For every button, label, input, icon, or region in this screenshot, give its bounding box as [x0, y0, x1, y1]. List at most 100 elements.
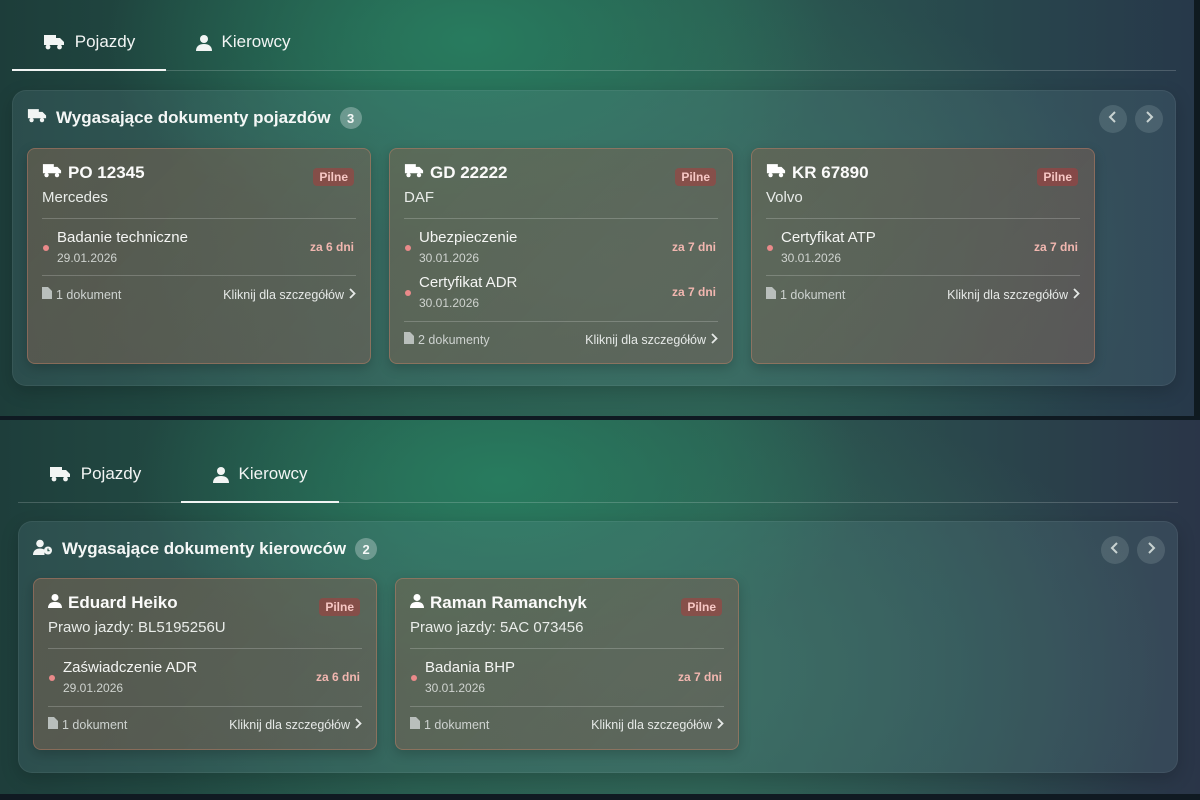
- status-dot: [405, 290, 411, 296]
- next-button[interactable]: [1135, 105, 1163, 133]
- truck-icon: [766, 163, 786, 183]
- status-dot: [411, 675, 417, 681]
- document-name: Certyfikat ADR: [419, 274, 518, 291]
- details-link[interactable]: Kliknij dla szczegółów: [585, 333, 718, 347]
- document-count: 1 dokument: [766, 287, 845, 302]
- vehicle-card[interactable]: KR 67890 Pilne Volvo Certyfikat ATP 30.0…: [751, 148, 1095, 364]
- driving-license: Prawo jazdy: 5AC 073456: [410, 619, 584, 636]
- document-name: Ubezpieczenie: [419, 229, 518, 246]
- divider: [410, 706, 724, 707]
- section-title: Wygasające dokumenty kierowców: [62, 539, 347, 558]
- card-footer: 2 dokumenty Kliknij dla szczegółów: [404, 332, 718, 347]
- section-header: Wygasające dokumenty kierowców 2: [33, 538, 378, 560]
- card-footer: 1 dokument Kliknij dla szczegółów: [42, 287, 356, 302]
- divider: [42, 218, 356, 219]
- document-count-label: 1 dokument: [780, 287, 846, 302]
- divider: [404, 321, 718, 322]
- truck-icon: [49, 466, 71, 482]
- user-icon: [195, 34, 212, 51]
- vehicle-make: Mercedes: [42, 189, 108, 206]
- document-count: 2 dokumenty: [404, 332, 490, 347]
- card-footer: 1 dokument Kliknij dla szczegółów: [48, 717, 362, 732]
- tab-drivers[interactable]: Kierowcy: [166, 14, 320, 70]
- driving-license: Prawo jazdy: BL5195256U: [48, 619, 226, 636]
- document-item: Certyfikat ATP 30.01.2026 za 7 dni: [766, 229, 1080, 269]
- details-link[interactable]: Kliknij dla szczegółów: [947, 288, 1080, 302]
- count-badge: 2: [355, 538, 378, 560]
- details-link[interactable]: Kliknij dla szczegółów: [223, 288, 356, 302]
- chevron-right-icon: [1144, 110, 1154, 128]
- driver-card[interactable]: Eduard Heiko Pilne Prawo jazdy: BL519525…: [33, 578, 377, 750]
- document-name: Certyfikat ATP: [781, 229, 876, 246]
- user-icon: [48, 593, 62, 613]
- status-dot: [43, 245, 49, 251]
- document-count-label: 2 dokumenty: [418, 332, 490, 347]
- document-item: Ubezpieczenie 30.01.2026 za 7 dni: [404, 229, 718, 269]
- document-count-label: 1 dokument: [62, 717, 128, 732]
- days-left: za 6 dni: [315, 670, 360, 684]
- urgent-badge: Pilne: [319, 598, 360, 616]
- details-link[interactable]: Kliknij dla szczegółów: [229, 718, 362, 732]
- truck-icon: [404, 163, 424, 183]
- divider: [42, 275, 356, 276]
- chevron-right-icon: [355, 717, 362, 732]
- file-icon: [410, 717, 420, 732]
- user-icon: [410, 593, 424, 613]
- expiring-driver-documents: Wygasające dokumenty kierowców 2 Eduard …: [18, 521, 1178, 773]
- document-date: 30.01.2026: [425, 681, 486, 695]
- document-item: Badanie techniczne 29.01.2026 za 6 dni: [42, 229, 356, 269]
- details-label: Kliknij dla szczegółów: [947, 287, 1068, 302]
- divider: [766, 218, 1080, 219]
- user-clock-icon: [33, 539, 53, 560]
- details-link[interactable]: Kliknij dla szczegółów: [591, 718, 724, 732]
- chevron-right-icon: [717, 717, 724, 732]
- plate-number: KR 67890: [792, 163, 869, 182]
- document-name: Zaświadczenie ADR: [63, 659, 198, 676]
- days-left: za 7 dni: [671, 240, 716, 254]
- document-item: Certyfikat ADR 30.01.2026 za 7 dni: [404, 274, 718, 314]
- document-date: 30.01.2026: [781, 251, 842, 265]
- vehicle-card[interactable]: PO 12345 Pilne Mercedes Badanie technicz…: [27, 148, 371, 364]
- tab-bar: Pojazdy Kierowcy: [12, 14, 1176, 71]
- tab-label: Pojazdy: [74, 32, 136, 51]
- document-date: 30.01.2026: [419, 251, 480, 265]
- document-count: 1 dokument: [48, 717, 127, 732]
- plate-number: PO 12345: [68, 163, 145, 182]
- tab-label: Kierowcy: [238, 464, 308, 483]
- file-icon: [48, 717, 58, 732]
- card-header: PO 12345: [42, 163, 145, 183]
- tab-vehicles[interactable]: Pojazdy: [18, 446, 172, 502]
- vehicle-card[interactable]: GD 22222 Pilne DAF Ubezpieczenie 30.01.2…: [389, 148, 733, 364]
- chevron-right-icon: [1146, 541, 1156, 559]
- urgent-badge: Pilne: [675, 168, 716, 186]
- chevron-left-icon: [1110, 541, 1120, 559]
- document-item: Badania BHP 30.01.2026 za 7 dni: [410, 659, 724, 699]
- card-footer: 1 dokument Kliknij dla szczegółów: [766, 287, 1080, 302]
- tab-vehicles[interactable]: Pojazdy: [12, 14, 166, 71]
- divider: [766, 275, 1080, 276]
- tab-bar: Pojazdy Kierowcy: [18, 446, 1178, 503]
- count-badge: 3: [339, 107, 362, 129]
- card-header: Raman Ramanchyk: [410, 593, 587, 613]
- prev-button[interactable]: [1101, 536, 1129, 564]
- urgent-badge: Pilne: [681, 598, 722, 616]
- vehicle-make: DAF: [404, 189, 434, 206]
- details-label: Kliknij dla szczegółów: [585, 332, 706, 347]
- next-button[interactable]: [1137, 536, 1165, 564]
- document-count-label: 1 dokument: [56, 287, 122, 302]
- driver-card[interactable]: Raman Ramanchyk Pilne Prawo jazdy: 5AC 0…: [395, 578, 739, 750]
- driver-name: Raman Ramanchyk: [430, 593, 587, 612]
- drivers-view: Pojazdy Kierowcy Wygasające dokumenty ki…: [0, 420, 1200, 800]
- document-count: 1 dokument: [42, 287, 121, 302]
- truck-icon: [27, 108, 47, 128]
- expiring-vehicle-documents: Wygasające dokumenty pojazdów 3 PO 12345…: [12, 90, 1176, 386]
- details-label: Kliknij dla szczegółów: [229, 717, 350, 732]
- divider: [48, 706, 362, 707]
- tab-drivers[interactable]: Kierowcy: [181, 446, 339, 503]
- user-icon: [212, 466, 229, 483]
- status-dot: [49, 675, 55, 681]
- document-count-label: 1 dokument: [424, 717, 490, 732]
- prev-button[interactable]: [1099, 105, 1127, 133]
- days-left: za 7 dni: [671, 285, 716, 299]
- chevron-left-icon: [1108, 110, 1118, 128]
